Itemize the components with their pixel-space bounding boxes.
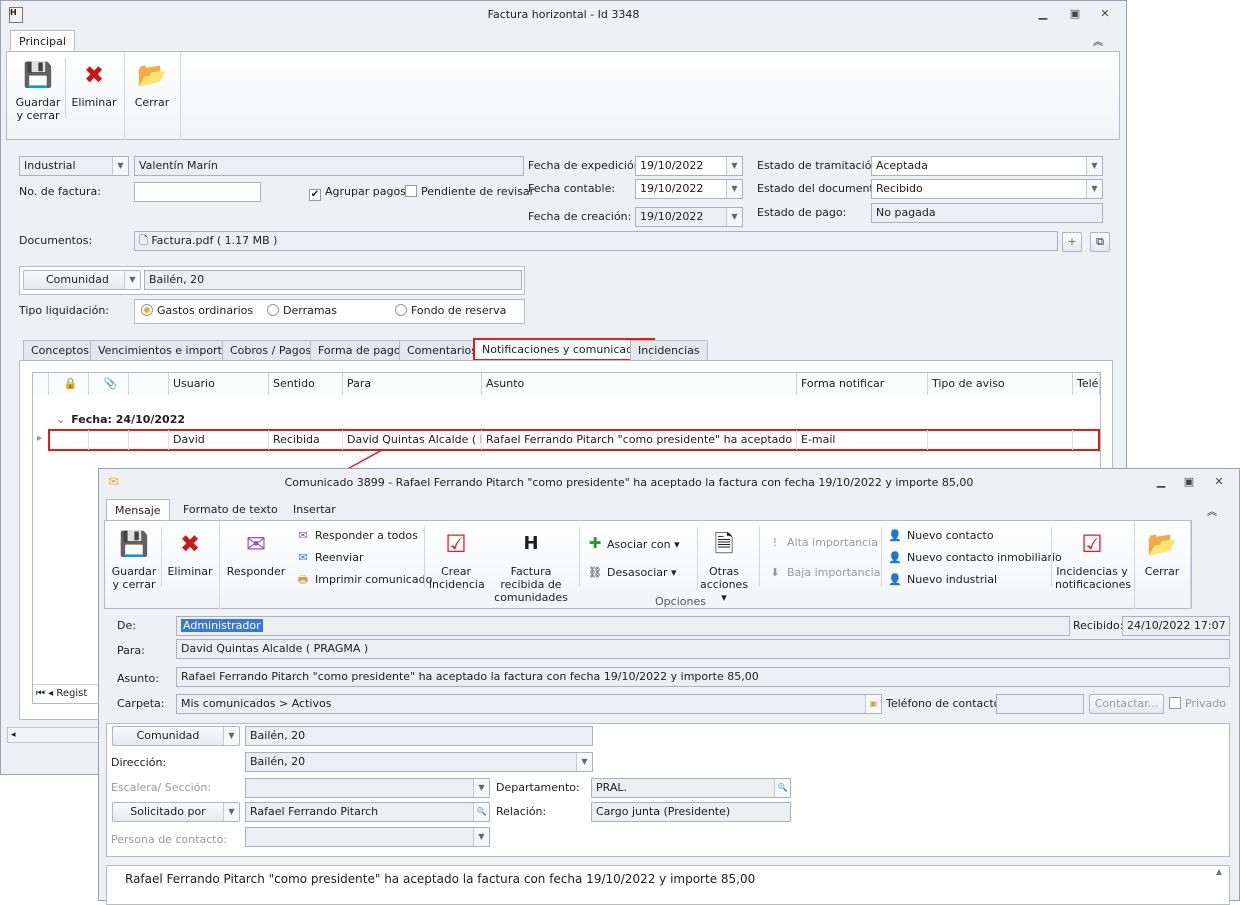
contact-person-select[interactable]: ▼: [245, 827, 490, 847]
plus-icon: ✚: [588, 534, 602, 552]
to-field: David Quintas Alcalde ( PRAGMA ): [176, 639, 1230, 659]
tab-insertar[interactable]: Insertar: [285, 499, 344, 521]
print-button[interactable]: 🖶 Imprimir comunicado: [295, 572, 433, 588]
reply-icon: ✉: [245, 530, 267, 558]
new-industrial-button[interactable]: 👤 Nuevo industrial: [887, 572, 997, 588]
subject-field: Rafael Ferrando Pitarch "como presidente…: [176, 667, 1230, 687]
stair-select[interactable]: ▼: [245, 778, 490, 798]
search-icon: 🔍: [774, 779, 790, 797]
forward-button[interactable]: ✉ Reenviar: [295, 550, 363, 566]
reply-button[interactable]: ✉ Responder: [225, 529, 287, 578]
new-real-estate-contact-button[interactable]: 👤 Nuevo contacto inmobiliario: [887, 550, 1062, 566]
associate-button[interactable]: ✚ Asociar con ▾: [587, 535, 680, 553]
private-checkbox[interactable]: Privado: [1169, 694, 1226, 714]
from-field: Administrador: [176, 616, 1070, 636]
relation-field: Cargo junta (Presidente): [591, 802, 791, 822]
community-field: Bailén, 20: [245, 726, 593, 746]
reply-all-button[interactable]: ✉ Responder a todos: [295, 528, 417, 544]
to-label: Para:: [117, 644, 145, 657]
invoice-h-icon: H: [523, 533, 539, 554]
new-contact-button[interactable]: 👤 Nuevo contacto: [887, 528, 993, 544]
received-label: Recibido:: [1073, 619, 1124, 632]
message-title: Comunicado 3899 - Rafael Ferrando Pitarc…: [284, 476, 974, 489]
department-field[interactable]: PRAL. 🔍: [591, 778, 791, 798]
phone-field[interactable]: [996, 694, 1084, 714]
high-importance-button[interactable]: ! Alta importancia: [767, 535, 878, 551]
floppy-icon: 💾: [119, 530, 149, 558]
worker-icon: 👤: [888, 573, 902, 586]
search-icon: 🔍: [473, 803, 489, 821]
exclamation-icon: !: [772, 536, 778, 549]
relation-label: Relación:: [496, 805, 547, 818]
print-icon: 🖶: [297, 573, 309, 586]
tab-formato-texto[interactable]: Formato de texto: [175, 499, 286, 521]
delete-x-icon: ✖: [179, 530, 201, 558]
message-window: ✉ Comunicado 3899 - Rafael Ferrando Pita…: [98, 468, 1240, 905]
incidents-notifications-button[interactable]: ☑ Incidencias y notificaciones: [1055, 529, 1131, 591]
disassociate-button[interactable]: ⛓ Desasociar ▾: [587, 565, 677, 581]
contact-button[interactable]: Contactar...: [1089, 694, 1164, 714]
requested-by-field[interactable]: Rafael Ferrando Pitarch 🔍: [245, 802, 490, 822]
person-icon: 👤: [888, 529, 902, 542]
address-label: Dirección:: [111, 756, 167, 769]
folder-label: Carpeta:: [117, 697, 165, 710]
collapse-ribbon-icon[interactable]: ︽: [1207, 503, 1217, 518]
close-button[interactable]: 📂 Cerrar: [1139, 529, 1185, 578]
folder-picker-icon: ▣: [865, 695, 881, 713]
contact-person-label: Persona de contacto:: [111, 833, 228, 846]
low-importance-button[interactable]: ⬇ Baja importancia: [767, 565, 880, 581]
message-body[interactable]: Rafael Ferrando Pitarch "como presidente…: [106, 865, 1230, 905]
forward-icon: ✉: [298, 551, 308, 564]
person-key-icon: 👤: [888, 551, 902, 564]
message-ribbon: 💾 Guardar y cerrar ✖ Eliminar ✉ Responder ✉…: [104, 520, 1192, 609]
save-close-button[interactable]: 💾 Guardar y cerrar: [109, 529, 159, 591]
clipboard-check-icon: ☑: [445, 530, 467, 558]
delete-button[interactable]: ✖ Eliminar: [165, 529, 215, 578]
received-invoice-button[interactable]: H Factura recibida de comunidades: [487, 529, 575, 604]
tab-mensaje[interactable]: Mensaje: [106, 499, 170, 521]
minimize-button[interactable]: ▁: [1153, 475, 1169, 489]
document-list-icon: 🗎: [714, 530, 734, 558]
maximize-button[interactable]: ▣: [1181, 475, 1197, 489]
envelope-check-icon: ☑: [1081, 530, 1103, 558]
create-incident-button[interactable]: ☑ Crear incidencia: [429, 529, 485, 591]
stair-label: Escalera/ Sección:: [111, 781, 212, 794]
other-actions-button[interactable]: 🗎 Otras acciones ▾: [699, 529, 749, 604]
options-group-label: Opciones: [655, 595, 706, 608]
community-button[interactable]: Comunidad ▼: [112, 726, 240, 746]
requested-by-button[interactable]: Solicitado por ▼: [112, 802, 240, 822]
folder-field[interactable]: Mis comunicados > Activos ▣: [176, 694, 882, 714]
close-window-button[interactable]: ✕: [1211, 475, 1227, 489]
address-select[interactable]: Bailén, 20 ▼: [245, 752, 593, 772]
from-label: De:: [117, 619, 136, 632]
down-arrow-icon: ⬇: [770, 566, 780, 579]
broken-chain-icon: ⛓: [588, 566, 602, 579]
body-scrollbar[interactable]: ▲: [1211, 867, 1227, 901]
reply-all-icon: ✉: [298, 529, 308, 542]
subject-label: Asunto:: [117, 672, 159, 685]
department-label: Departamento:: [496, 781, 580, 794]
received-field: 24/10/2022 17:07: [1122, 616, 1230, 636]
folder-close-icon: 📂: [1147, 530, 1177, 558]
phone-label: Teléfono de contacto:: [886, 697, 1005, 710]
